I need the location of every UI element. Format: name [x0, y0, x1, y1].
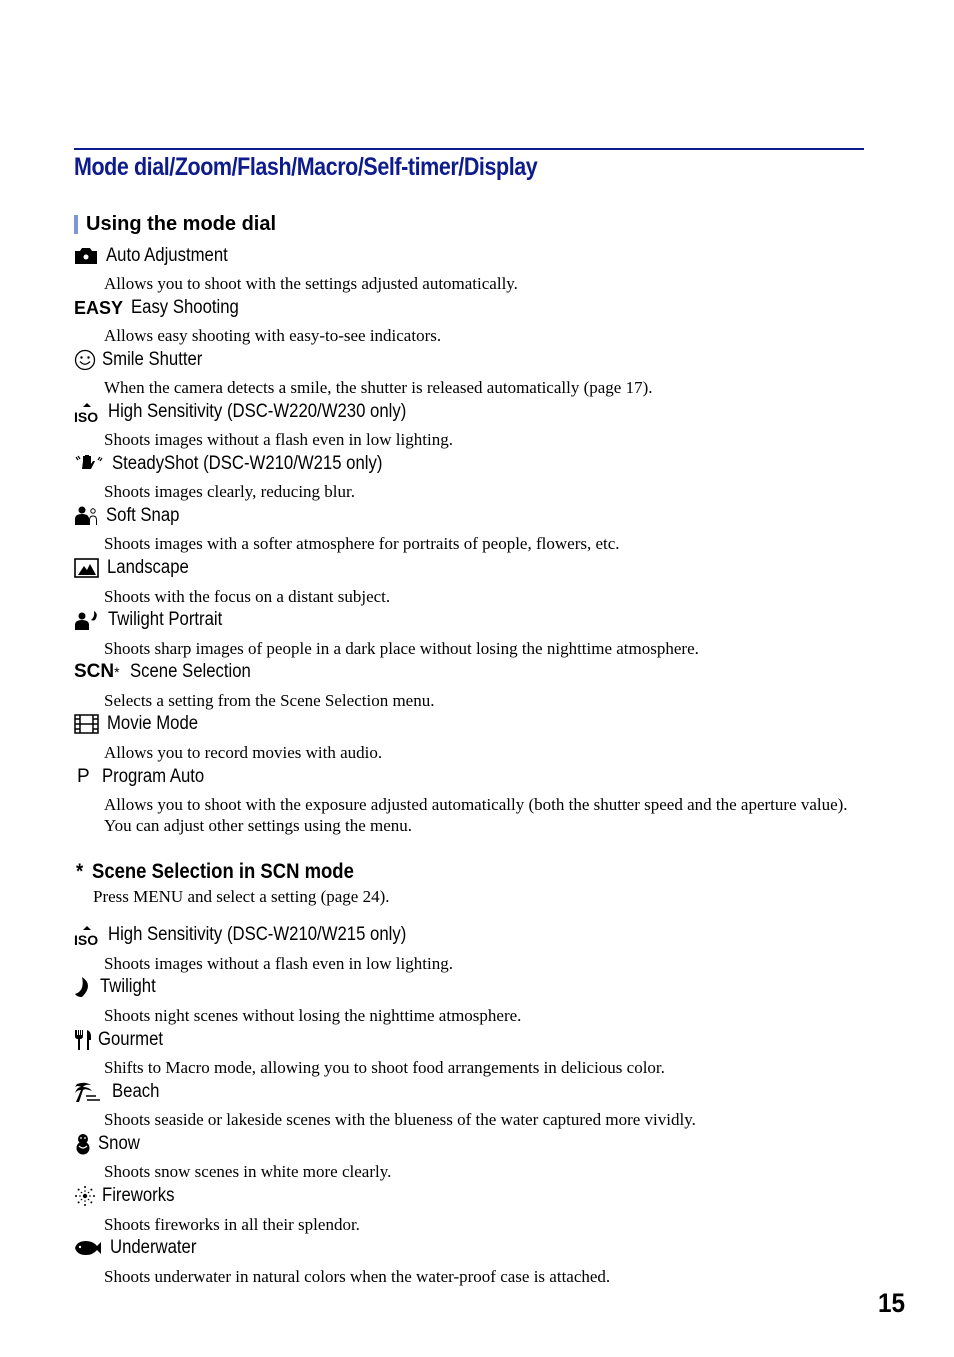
item-description: Shoots seaside or lakeside scenes with t…	[104, 1110, 696, 1129]
item-description: Shoots with the focus on a distant subje…	[104, 587, 391, 606]
scn-asterisk: *	[114, 664, 120, 680]
section-heading: Using the mode dial	[74, 211, 276, 237]
item-label: Program Auto	[101, 766, 204, 787]
steadyshot-hand-icon	[74, 453, 104, 475]
svg-text:ISO: ISO	[74, 409, 98, 423]
mode-item-steadyshot: SteadyShot (DSC-W210/W215 only)	[74, 452, 419, 476]
scene-item-gourmet: Gourmet	[74, 1028, 172, 1052]
item-label: Soft Snap	[106, 505, 180, 526]
item-label: Landscape	[107, 557, 189, 578]
item-label: High Sensitivity (DSC-W210/W215 only)	[108, 924, 407, 945]
scene-item-underwater: Underwater	[74, 1236, 208, 1260]
mode-item-smile-shutter: Smile Shutter	[74, 348, 216, 372]
moon-icon	[74, 976, 94, 998]
item-description: Shoots underwater in natural colors when…	[104, 1267, 611, 1286]
item-description: Shoots sharp images of people in a dark …	[104, 639, 699, 658]
item-description: Shoots night scenes without losing the n…	[104, 1006, 522, 1025]
gourmet-icon	[74, 1029, 92, 1051]
mode-item-soft-snap: Soft Snap	[74, 504, 189, 528]
item-label: Fireworks	[102, 1185, 175, 1206]
scene-item-twilight: Twilight	[74, 975, 163, 999]
item-label: Twilight Portrait	[108, 609, 223, 630]
note-heading-text: Scene Selection in SCN mode	[92, 860, 354, 883]
item-label: Easy Shooting	[131, 297, 239, 318]
scene-item-snow: Snow	[74, 1132, 146, 1156]
beach-icon	[74, 1081, 102, 1103]
note-text: Press MENU and select a setting (page 24…	[93, 887, 390, 906]
item-label: Movie Mode	[107, 713, 199, 734]
item-label: Beach	[112, 1081, 160, 1102]
item-description: Shoots fireworks in all their splendor.	[104, 1215, 360, 1234]
mode-item-movie-mode: Movie Mode	[74, 712, 211, 736]
mode-item-landscape: Landscape	[74, 556, 200, 580]
page-number: 15	[878, 1288, 906, 1318]
page-title: Mode dial/Zoom/Flash/Macro/Self-timer/Di…	[74, 153, 538, 181]
scene-item-fireworks: Fireworks	[74, 1184, 184, 1208]
smile-icon	[74, 349, 96, 371]
manual-page: Mode dial/Zoom/Flash/Macro/Self-timer/Di…	[0, 0, 954, 1357]
scn-icon-text: SCN	[74, 661, 115, 682]
fireworks-icon	[74, 1185, 96, 1207]
item-label: Smile Shutter	[102, 349, 203, 370]
scn-icon: SCN *	[74, 661, 120, 683]
twilight-portrait-icon	[74, 609, 100, 631]
landscape-icon	[74, 557, 99, 579]
scene-item-beach: Beach	[74, 1080, 166, 1104]
item-label: Snow	[98, 1133, 140, 1154]
mode-item-program-auto: P Program Auto	[77, 765, 218, 789]
camera-icon	[74, 245, 98, 267]
item-description: Allows you to record movies with audio.	[104, 743, 383, 762]
mode-item-high-sensitivity: ISO High Sensitivity (DSC-W220/W230 only…	[74, 400, 447, 424]
item-description: Allows you to shoot with the exposure ad…	[104, 795, 848, 835]
scene-item-high-sensitivity: ISO High Sensitivity (DSC-W210/W215 only…	[74, 923, 447, 947]
item-description: When the camera detects a smile, the shu…	[104, 378, 653, 397]
mode-item-easy-shooting: EASY Easy Shooting	[74, 296, 254, 320]
item-label: High Sensitivity (DSC-W220/W230 only)	[108, 401, 407, 422]
svg-text:ISO: ISO	[74, 932, 98, 946]
item-description: Shoots images without a flash even in lo…	[104, 954, 453, 973]
iso-icon: ISO	[74, 924, 100, 946]
item-description: Allows easy shooting with easy-to-see in…	[104, 326, 442, 345]
movie-icon	[74, 713, 99, 735]
note-heading: * Scene Selection in SCN mode	[76, 858, 354, 886]
item-label: SteadyShot (DSC-W210/W215 only)	[112, 453, 383, 474]
underwater-icon	[74, 1237, 102, 1259]
item-label: Auto Adjustment	[106, 245, 228, 266]
item-label: Underwater	[110, 1237, 197, 1258]
snow-icon	[74, 1133, 92, 1155]
item-description: Selects a setting from the Scene Selecti…	[104, 691, 435, 710]
note-asterisk: *	[76, 860, 84, 883]
item-description: Allows you to shoot with the settings ad…	[104, 274, 518, 293]
section-heading-text: Using the mode dial	[86, 213, 277, 235]
iso-icon: ISO	[74, 401, 100, 423]
item-description: Shoots images with a softer atmosphere f…	[104, 534, 620, 553]
item-description: Shoots images clearly, reducing blur.	[104, 482, 356, 501]
item-description: Shoots snow scenes in white more clearly…	[104, 1162, 392, 1181]
item-description: Shoots images without a flash even in lo…	[104, 430, 453, 449]
item-label: Gourmet	[98, 1029, 164, 1050]
item-description: Shifts to Macro mode, allowing you to sh…	[104, 1058, 665, 1077]
section-bar	[74, 214, 78, 234]
soft-snap-icon	[74, 505, 98, 527]
mode-item-scene-selection: SCN * Scene Selection	[74, 660, 267, 684]
mode-item-twilight-portrait: Twilight Portrait	[74, 608, 238, 632]
easy-icon: EASY	[74, 297, 124, 318]
item-label: Twilight	[100, 976, 156, 997]
program-auto-icon: P	[77, 766, 90, 787]
item-label: Scene Selection	[129, 661, 251, 682]
mode-item-auto-adjustment: Auto Adjustment	[74, 244, 244, 268]
